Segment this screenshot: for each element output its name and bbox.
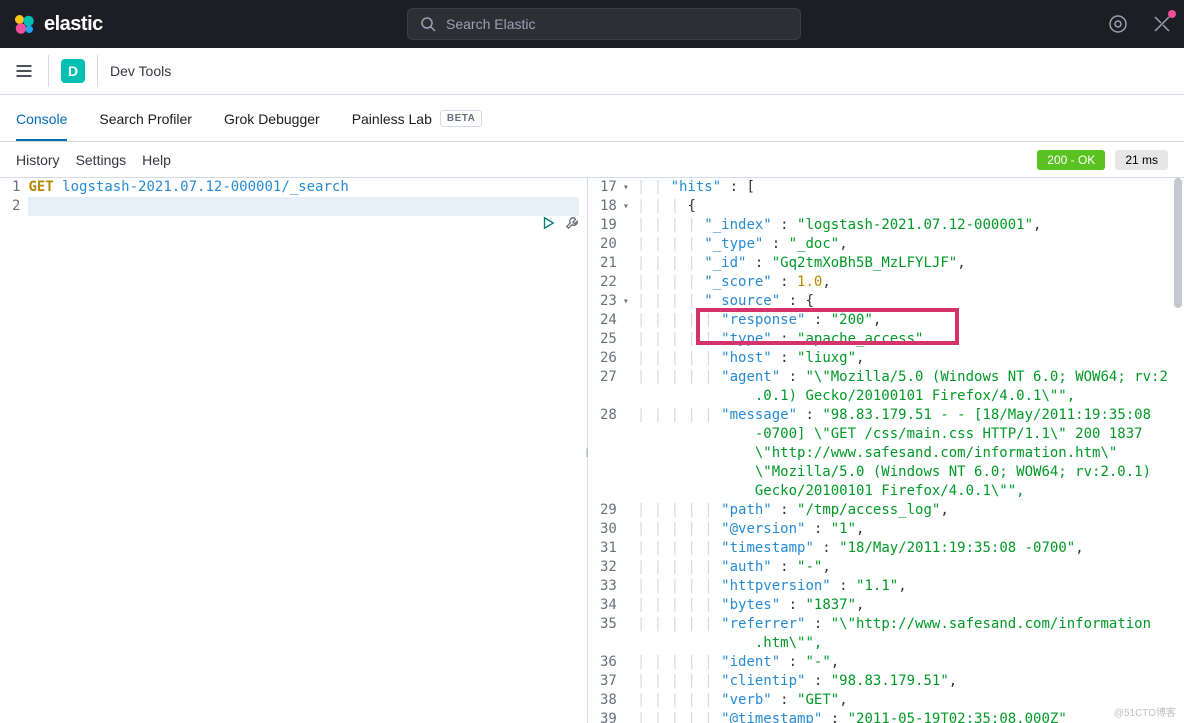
tab-painless-lab[interactable]: Painless Lab BETA [352, 98, 483, 141]
divider [97, 55, 98, 87]
watermark: @51CTO博客 [1114, 704, 1176, 719]
nav-menu-button[interactable] [12, 59, 36, 83]
tab-label: Grok Debugger [224, 111, 320, 127]
request-code[interactable]: GET logstash-2021.07.12-000001/_search [28, 178, 587, 216]
tab-label: Painless Lab [352, 111, 432, 127]
tab-grok-debugger[interactable]: Grok Debugger [224, 99, 320, 141]
tab-label: Console [16, 111, 67, 127]
newsfeed-icon[interactable] [1152, 14, 1172, 34]
divider [48, 55, 49, 87]
elastic-logo-icon [12, 12, 36, 36]
app-badge: D [61, 59, 85, 83]
help-link[interactable]: Help [142, 152, 171, 168]
request-gutter: 12 [0, 178, 28, 216]
brand-text: elastic [44, 13, 103, 36]
editor-split: 12 GET logstash-2021.07.12-000001/_searc… [0, 178, 1184, 723]
tab-search-profiler[interactable]: Search Profiler [99, 99, 192, 141]
time-badge: 21 ms [1115, 150, 1168, 170]
tab-console[interactable]: Console [16, 99, 67, 141]
logo[interactable]: elastic [12, 12, 103, 36]
tabs: Console Search Profiler Grok Debugger Pa… [0, 95, 1184, 142]
tab-label: Search Profiler [99, 111, 192, 127]
breadcrumb[interactable]: Dev Tools [110, 63, 171, 79]
scrollbar-thumb[interactable] [1174, 178, 1182, 308]
request-pane[interactable]: 12 GET logstash-2021.07.12-000001/_searc… [0, 178, 588, 723]
search-icon [420, 16, 436, 32]
wrench-icon[interactable] [565, 216, 579, 230]
beta-badge: BETA [440, 110, 482, 127]
notification-dot [1168, 10, 1176, 18]
help-icon[interactable] [1108, 14, 1128, 34]
response-pane[interactable]: 17▾18▾1920212223▾24252627 28 29303132333… [588, 178, 1184, 723]
settings-link[interactable]: Settings [76, 152, 127, 168]
response-gutter: 17▾18▾1920212223▾24252627 28 29303132333… [588, 178, 637, 723]
global-header: elastic [0, 0, 1184, 48]
history-link[interactable]: History [16, 152, 60, 168]
console-toolbar: History Settings Help 200 - OK 21 ms [0, 142, 1184, 178]
response-code: | | "hits" : [| | | {| | | | "_index" : … [637, 178, 1184, 723]
request-actions [541, 216, 579, 230]
status-badge: 200 - OK [1037, 150, 1105, 170]
global-search[interactable] [407, 8, 801, 40]
run-icon[interactable] [541, 216, 555, 230]
header-actions [1108, 14, 1172, 34]
app-subheader: D Dev Tools [0, 48, 1184, 95]
search-input[interactable] [446, 16, 788, 32]
